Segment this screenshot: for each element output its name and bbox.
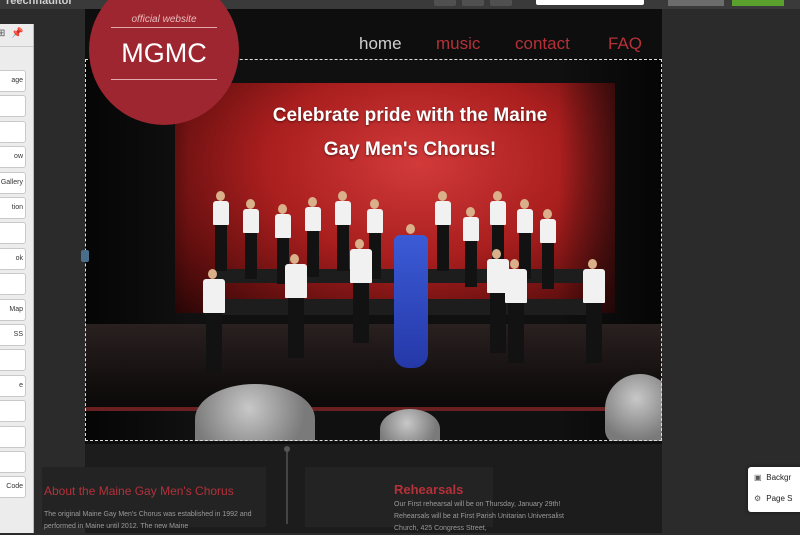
background-option[interactable]: ▣ Backgr <box>754 473 791 482</box>
column-divider <box>286 449 288 524</box>
nav-contact[interactable]: contact <box>515 34 570 54</box>
widget-item-1[interactable] <box>0 95 26 118</box>
widget-item-0[interactable]: age <box>0 70 26 92</box>
widget-item-10[interactable]: SS <box>0 324 26 346</box>
website-canvas: Celebrate pride with the Maine Gay Men's… <box>81 0 662 533</box>
preview-button[interactable] <box>668 0 724 6</box>
publish-button[interactable] <box>732 0 784 6</box>
rehearsals-block[interactable]: Rehearsals Our First rehearsal will be o… <box>305 467 564 532</box>
widget-item-15[interactable] <box>0 451 26 473</box>
widget-item-3[interactable]: ow <box>0 146 26 169</box>
image-icon: ▣ <box>754 473 762 482</box>
widget-item-9[interactable]: Map <box>0 298 26 321</box>
page-settings-option[interactable]: ⚙ Page S <box>754 494 792 503</box>
nav-faq[interactable]: FAQ <box>608 34 642 54</box>
widget-item-16[interactable]: Code <box>0 476 26 499</box>
widget-item-6[interactable] <box>0 222 26 245</box>
about-title: About the Maine Gay Men's Chorus <box>44 484 234 498</box>
toolbar-button-2[interactable] <box>462 0 484 6</box>
grid-icon[interactable]: ⊞ <box>0 28 5 39</box>
page-settings-panel: ▣ Backgr ⚙ Page S <box>748 467 800 512</box>
toolbar-input[interactable] <box>536 0 644 5</box>
widget-item-4[interactable]: Gallery <box>0 171 26 194</box>
about-text: The original Maine Gay Men's Chorus was … <box>44 511 252 530</box>
widget-item-12[interactable]: e <box>0 374 26 397</box>
resize-handle[interactable] <box>81 250 89 262</box>
left-widget-panel: ⊞ 📌 age ow Gallery tion ok Map SS e Code <box>0 24 34 533</box>
widget-item-13[interactable] <box>0 400 26 423</box>
panel-tools: ⊞ 📌 <box>0 24 33 47</box>
nav-home[interactable]: home <box>359 34 402 54</box>
divider-handle[interactable] <box>284 446 290 452</box>
widget-item-8[interactable] <box>0 273 26 296</box>
about-block[interactable]: About the Maine Gay Men's Chorus The ori… <box>42 467 266 530</box>
toolbar-button-3[interactable] <box>490 0 512 6</box>
widget-item-14[interactable] <box>0 425 26 448</box>
nav-music[interactable]: music <box>436 34 480 54</box>
gear-icon: ⚙ <box>754 494 762 503</box>
rehearsals-text: Our First rehearsal will be on Thursday,… <box>394 501 565 532</box>
widget-item-11[interactable] <box>0 349 26 372</box>
widget-item-5[interactable]: tion <box>0 197 26 219</box>
toolbar-button-1[interactable] <box>434 0 456 6</box>
logo-name: MGMC <box>121 38 207 68</box>
app-title: reecnnaditor <box>6 0 73 7</box>
pin-icon[interactable]: 📌 <box>11 28 23 39</box>
logo-tagline: official website <box>131 14 197 25</box>
rehearsals-title: Rehearsals <box>394 482 464 497</box>
widget-item-2[interactable] <box>0 120 26 143</box>
widget-item-7[interactable]: ok <box>0 247 26 270</box>
